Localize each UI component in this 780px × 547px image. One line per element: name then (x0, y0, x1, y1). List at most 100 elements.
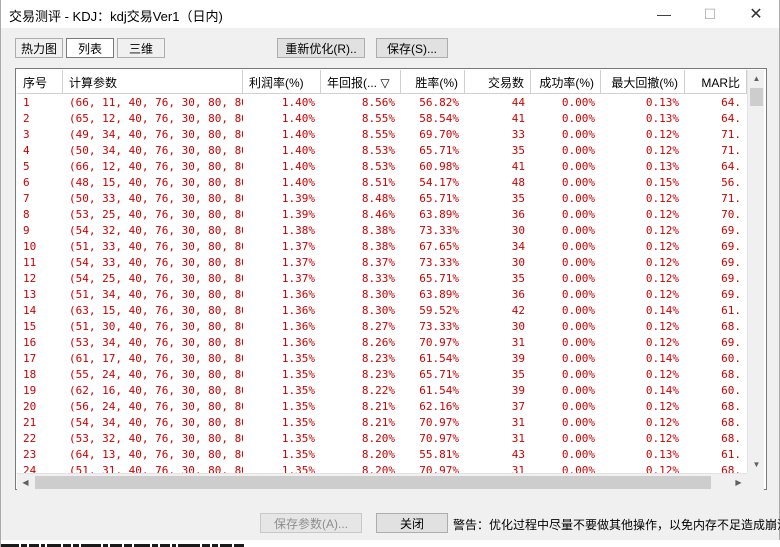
header-col-mar-ratio[interactable]: MAR比 (685, 70, 747, 93)
cell-win-rate: 61.54% (419, 384, 459, 397)
cell-win-rate: 70.97% (419, 432, 459, 445)
cell-mar-ratio: 68. (721, 320, 741, 333)
cell-success-rate: 0.00% (561, 464, 595, 473)
cell-mar-ratio: 71. (721, 144, 741, 157)
header-col-index[interactable]: 序号 (17, 70, 63, 93)
cell-index: 10 (23, 240, 37, 253)
cell-max-drawdown: 0.12% (645, 240, 679, 253)
cell-profit-rate: 1.35% (281, 368, 315, 381)
reoptimize-button[interactable]: 重新优化(R).. (277, 38, 365, 58)
cell-mar-ratio: 56. (721, 176, 741, 189)
cell-trade-count: 30 (511, 224, 525, 237)
header-col-max-drawdown[interactable]: 最大回撤(%) (601, 70, 685, 93)
cell-index: 13 (23, 288, 37, 301)
cell-params: (54, 33, 40, 76, 30, 80, 80, 1) (69, 256, 243, 269)
cell-params: (50, 33, 40, 76, 30, 80, 80, 1) (69, 192, 243, 205)
table-row[interactable]: 7 (50, 33, 40, 76, 30, 80, 80, 1) 1.39% 8.4… (17, 191, 747, 207)
header-col-win-rate[interactable]: 胜率(%) (401, 70, 465, 93)
table-row[interactable]: 9 (54, 32, 40, 76, 30, 80, 80, 1) 1.38% 8.3… (17, 223, 747, 239)
cell-win-rate: 70.97% (419, 464, 459, 473)
header-col-profit-rate[interactable]: 利润率(%) (243, 70, 321, 93)
table-row[interactable]: 10 (51, 33, 40, 76, 30, 80, 80, 1) 1.37% 8.… (17, 239, 747, 255)
tab-list[interactable]: 列表 (66, 38, 114, 58)
title-bar[interactable]: 交易测评 - KDJ：kdj交易Ver1（日内) — ☐ ✕ (1, 0, 779, 28)
cell-win-rate: 56.82% (419, 96, 459, 109)
cell-success-rate: 0.00% (561, 176, 595, 189)
cell-annual-return: 8.20% (361, 448, 395, 461)
scroll-right-icon[interactable]: ▶ (730, 474, 747, 491)
close-button[interactable]: 关闭 (376, 513, 448, 533)
cell-annual-return: 8.46% (361, 208, 395, 221)
table-row[interactable]: 13 (51, 34, 40, 76, 30, 80, 80, 1) 1.36% 8.… (17, 287, 747, 303)
horizontal-scroll-thumb[interactable] (35, 476, 711, 489)
table-row[interactable]: 3 (49, 34, 40, 76, 30, 80, 80, 1) 1.40% 8.5… (17, 127, 747, 143)
cell-max-drawdown: 0.14% (645, 384, 679, 397)
window-title: 交易测评 - KDJ：kdj交易Ver1（日内) (9, 9, 223, 24)
cell-params: (51, 33, 40, 76, 30, 80, 80, 1) (69, 240, 243, 253)
table-row[interactable]: 17 (61, 17, 40, 76, 30, 80, 80, 1) 1.35% 8.… (17, 351, 747, 367)
vertical-scrollbar[interactable]: ▲ ▼ (747, 70, 764, 473)
minimize-button[interactable]: — (641, 0, 687, 28)
header-col-params[interactable]: 计算参数 (63, 70, 243, 93)
table-row[interactable]: 24 (51, 31, 40, 76, 30, 80, 80, 1) 1.35% 8.… (17, 463, 747, 473)
scroll-left-icon[interactable]: ◀ (17, 474, 34, 491)
table-row[interactable]: 11 (54, 33, 40, 76, 30, 80, 80, 1) 1.37% 8.… (17, 255, 747, 271)
table-row[interactable]: 23 (64, 13, 40, 76, 30, 80, 80, 1) 1.35% 8.… (17, 447, 747, 463)
save-params-button[interactable]: 保存参数(A)... (260, 513, 362, 533)
table-row[interactable]: 2 (65, 12, 40, 76, 30, 80, 80, 1) 1.40% 8.5… (17, 111, 747, 127)
table-row[interactable]: 8 (53, 25, 40, 76, 30, 80, 80, 1) 1.39% 8.4… (17, 207, 747, 223)
table-row[interactable]: 19 (62, 16, 40, 76, 30, 80, 80, 1) 1.35% 8.… (17, 383, 747, 399)
table-row[interactable]: 21 (54, 34, 40, 76, 30, 80, 80, 1) 1.35% 8.… (17, 415, 747, 431)
cell-profit-rate: 1.36% (281, 304, 315, 317)
cell-mar-ratio: 68. (721, 464, 741, 473)
cell-index: 16 (23, 336, 37, 349)
cell-max-drawdown: 0.12% (645, 464, 679, 473)
cell-mar-ratio: 64. (721, 112, 741, 125)
cell-max-drawdown: 0.12% (645, 336, 679, 349)
header-col-trade-count[interactable]: 交易数 (465, 70, 531, 93)
cell-annual-return: 8.48% (361, 192, 395, 205)
table-row[interactable]: 15 (51, 30, 40, 76, 30, 80, 80, 1) 1.36% 8.… (17, 319, 747, 335)
header-col-annual-return[interactable]: 年回报(... ▽ (321, 70, 401, 93)
cell-win-rate: 67.65% (419, 240, 459, 253)
table-row[interactable]: 12 (54, 25, 40, 76, 30, 80, 80, 1) 1.37% 8.… (17, 271, 747, 287)
maximize-button[interactable]: ☐ (687, 0, 733, 28)
cell-params: (65, 12, 40, 76, 30, 80, 80, 1) (69, 112, 243, 125)
cell-mar-ratio: 68. (721, 416, 741, 429)
table-row[interactable]: 14 (63, 15, 40, 76, 30, 80, 80, 1) 1.36% 8.… (17, 303, 747, 319)
table-row[interactable]: 18 (55, 24, 40, 76, 30, 80, 80, 1) 1.35% 8.… (17, 367, 747, 383)
cell-annual-return: 8.56% (361, 96, 395, 109)
cell-annual-return: 8.21% (361, 416, 395, 429)
cell-trade-count: 41 (511, 112, 525, 125)
cell-max-drawdown: 0.12% (645, 320, 679, 333)
cell-params: (54, 32, 40, 76, 30, 80, 80, 1) (69, 224, 243, 237)
cell-trade-count: 37 (511, 400, 525, 413)
cell-win-rate: 73.33% (419, 256, 459, 269)
table-row[interactable]: 4 (50, 34, 40, 76, 30, 80, 80, 1) 1.40% 8.5… (17, 143, 747, 159)
close-window-button[interactable]: ✕ (733, 0, 779, 28)
table-row[interactable]: 6 (48, 15, 40, 76, 30, 80, 80, 1) 1.40% 8.5… (17, 175, 747, 191)
tab-heatmap[interactable]: 热力图 (15, 38, 63, 58)
horizontal-scrollbar[interactable]: ◀ ▶ (17, 473, 747, 490)
cell-params: (49, 34, 40, 76, 30, 80, 80, 1) (69, 128, 243, 141)
vertical-scroll-thumb[interactable] (750, 88, 763, 106)
cell-profit-rate: 1.40% (281, 112, 315, 125)
scroll-up-icon[interactable]: ▲ (748, 70, 765, 87)
scroll-down-icon[interactable]: ▼ (748, 456, 765, 473)
table-row[interactable]: 5 (66, 12, 40, 76, 30, 80, 80, 1) 1.40% 8.5… (17, 159, 747, 175)
cell-annual-return: 8.51% (361, 176, 395, 189)
tab-3d[interactable]: 三维 (117, 38, 165, 58)
cell-trade-count: 43 (511, 448, 525, 461)
header-col-success-rate[interactable]: 成功率(%) (531, 70, 601, 93)
cell-profit-rate: 1.39% (281, 208, 315, 221)
cell-params: (62, 16, 40, 76, 30, 80, 80, 1) (69, 384, 243, 397)
table-row[interactable]: 1 (66, 11, 40, 76, 30, 80, 80, 1) 1.40% 8.5… (17, 95, 747, 111)
table-body: 1 (66, 11, 40, 76, 30, 80, 80, 1) 1.40% 8.5… (17, 95, 747, 473)
cell-mar-ratio: 60. (721, 384, 741, 397)
save-button[interactable]: 保存(S)... (376, 38, 448, 58)
table-row[interactable]: 20 (56, 24, 40, 76, 30, 80, 80, 1) 1.35% 8.… (17, 399, 747, 415)
cell-annual-return: 8.26% (361, 336, 395, 349)
cell-index: 11 (23, 256, 37, 269)
table-row[interactable]: 22 (53, 32, 40, 76, 30, 80, 80, 1) 1.35% 8.… (17, 431, 747, 447)
table-row[interactable]: 16 (53, 34, 40, 76, 30, 80, 80, 1) 1.36% 8.… (17, 335, 747, 351)
